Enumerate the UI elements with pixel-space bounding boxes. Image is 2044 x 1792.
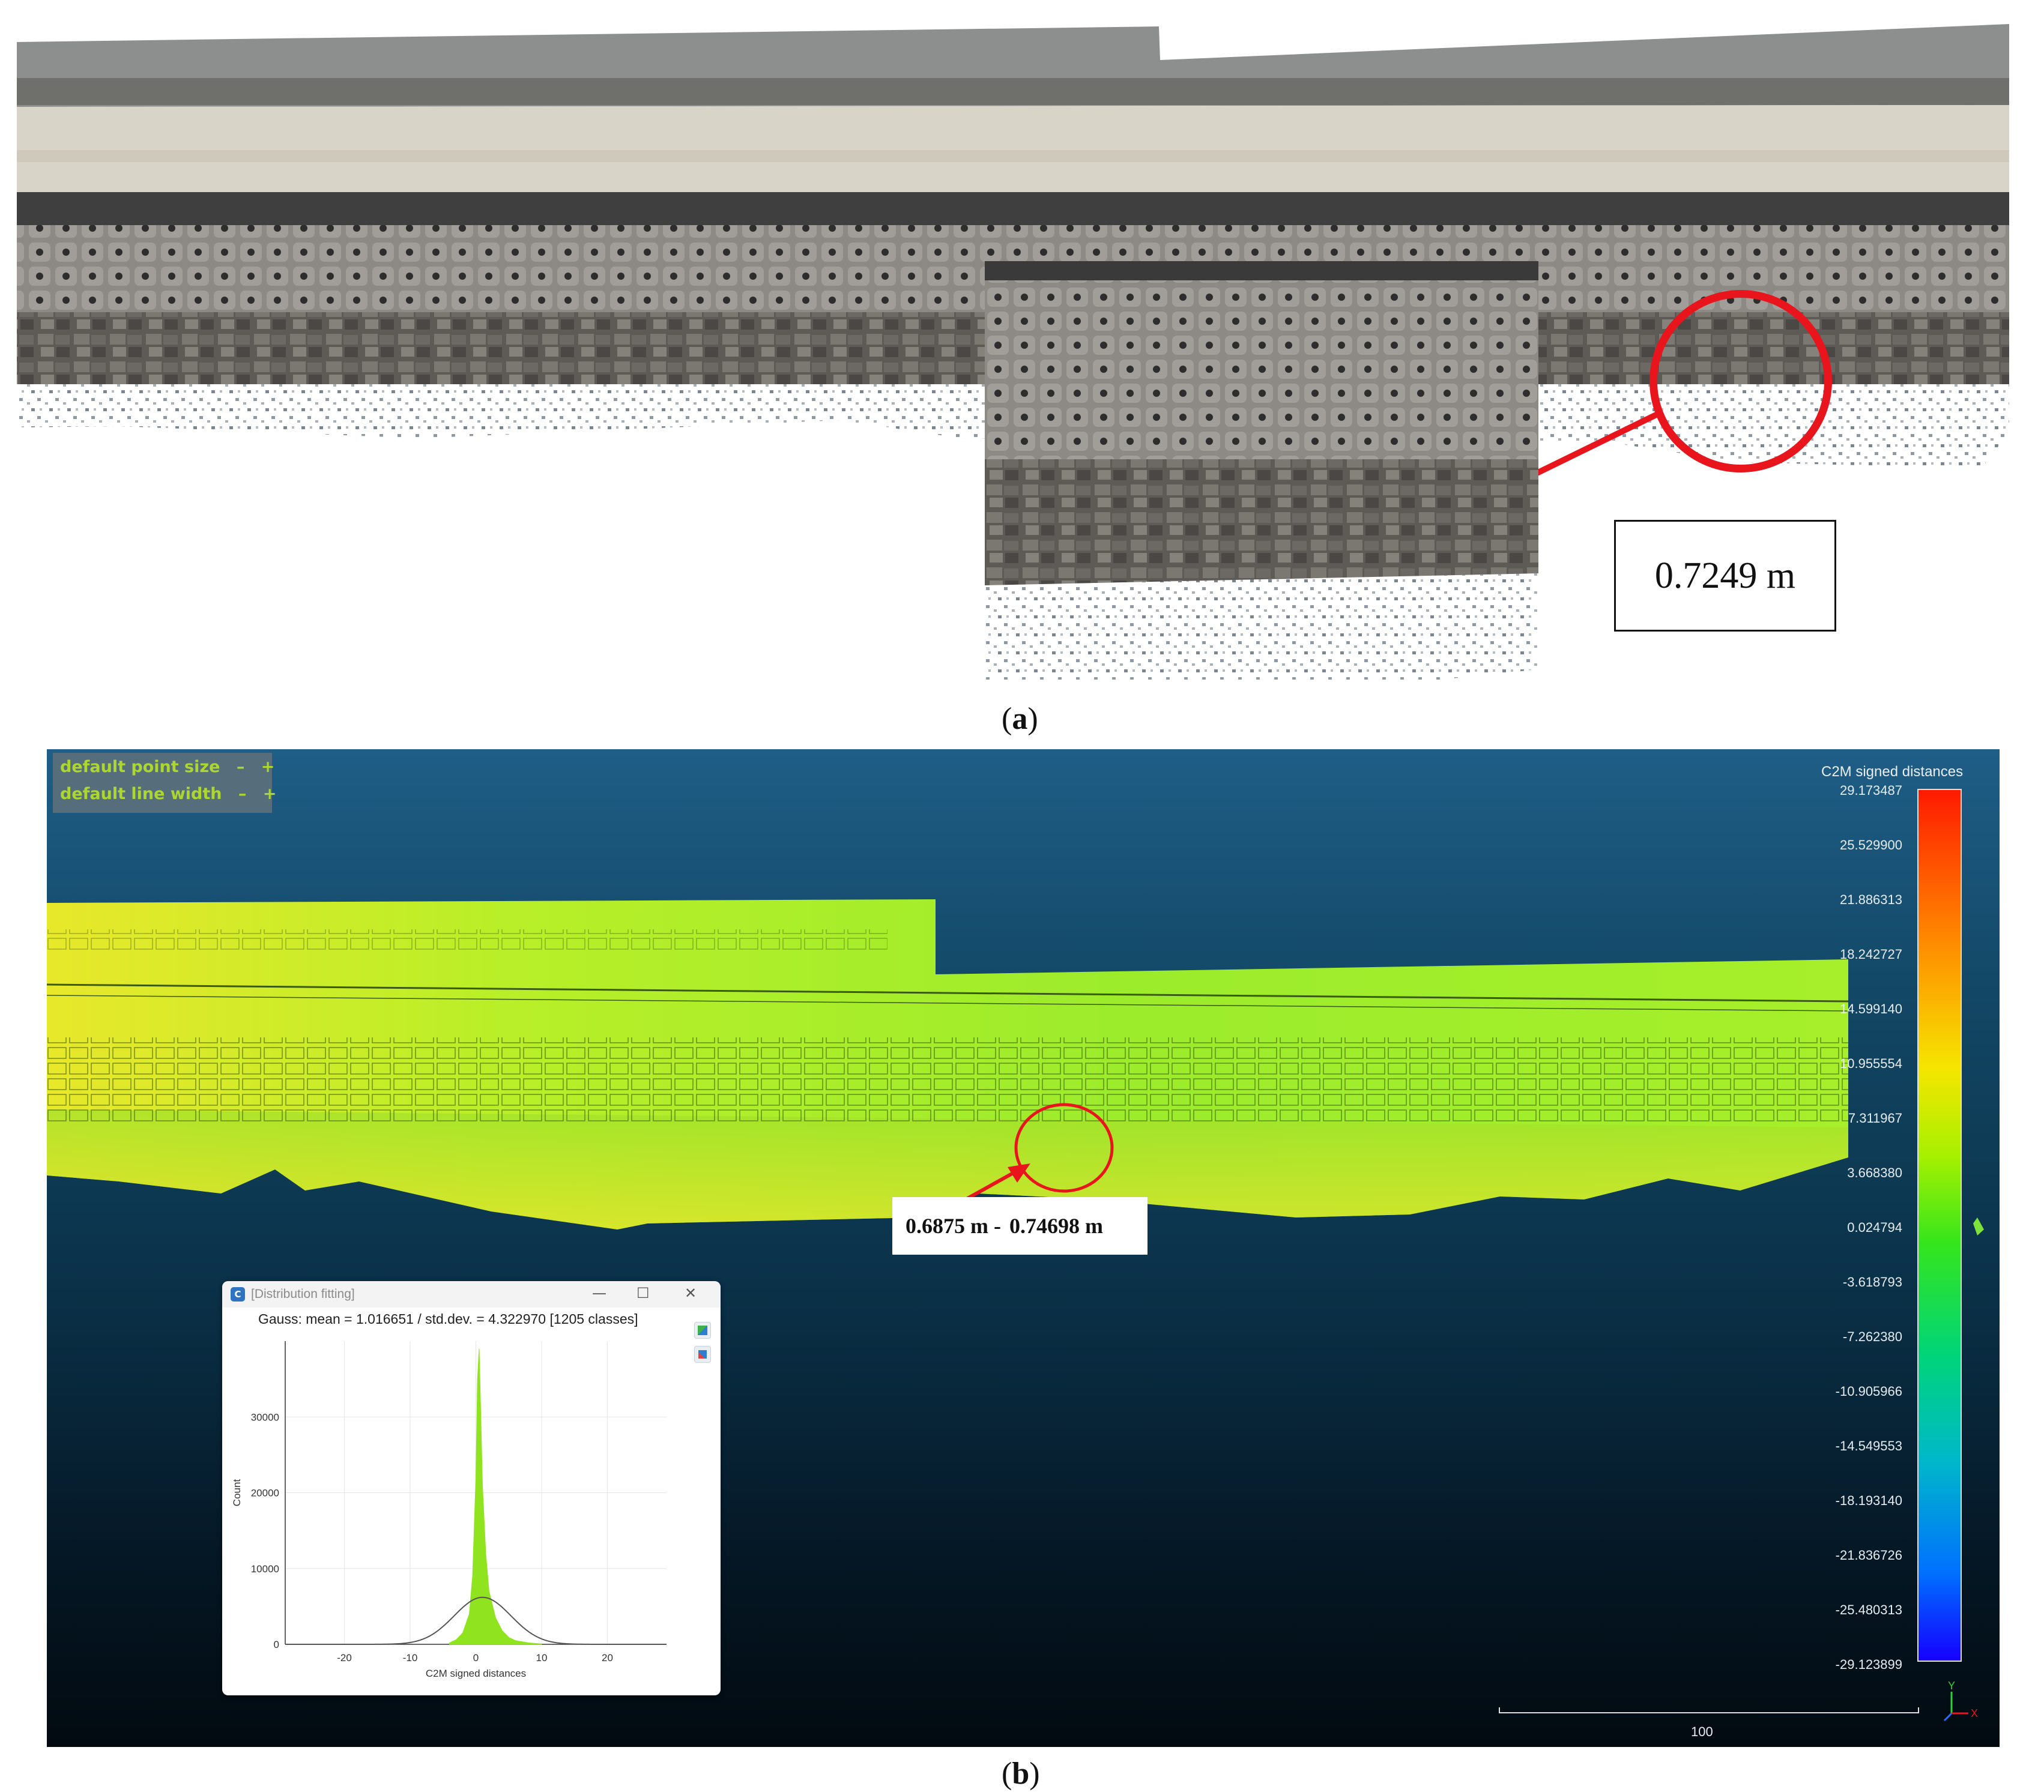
measurement-box: 0.7249 m bbox=[1614, 520, 1836, 632]
panel-a: 0.7249 m bbox=[0, 0, 2044, 720]
color-scale-tick: 18.242727 bbox=[1840, 947, 1902, 962]
color-scale-tick: -10.905966 bbox=[1835, 1384, 1902, 1399]
y-axis-label: Count bbox=[231, 1479, 243, 1507]
x-tick-label: 10 bbox=[536, 1652, 548, 1664]
panel-label-a: (a) bbox=[1002, 702, 1038, 736]
maximize-button[interactable]: ☐ bbox=[636, 1285, 650, 1302]
close-button[interactable]: ✕ bbox=[685, 1285, 697, 1302]
window-title: [Distribution fitting] bbox=[251, 1287, 355, 1301]
color-scale-tick: -18.193140 bbox=[1835, 1493, 1902, 1508]
measurement-value: 0.7249 m bbox=[1654, 555, 1796, 596]
x-tick-label: 20 bbox=[602, 1652, 613, 1664]
color-scale-tick: 29.173487 bbox=[1840, 783, 1902, 798]
minimize-button[interactable]: — bbox=[592, 1285, 606, 1302]
x-tick-label: -10 bbox=[403, 1652, 418, 1664]
color-scale-tick: -3.618793 bbox=[1842, 1275, 1902, 1290]
color-scale-tick: -25.480313 bbox=[1835, 1602, 1902, 1617]
window-titlebar[interactable]: C [Distribution fitting] — ☐ ✕ bbox=[222, 1281, 721, 1308]
color-scale-tick: -7.262380 bbox=[1842, 1329, 1902, 1344]
color-scale-tick: 7.311967 bbox=[1848, 1111, 1902, 1126]
histogram-chart: -20 -10 0 10 20 0 10000 20000 30000 C2M signed di… bbox=[231, 1341, 667, 1679]
y-tick-label: 0 bbox=[274, 1639, 279, 1650]
color-scale-tick: 14.599140 bbox=[1840, 1001, 1902, 1016]
histogram-area bbox=[449, 1348, 542, 1645]
color-scale-tick: 25.529900 bbox=[1840, 837, 1902, 852]
color-scale-tick: 0.024794 bbox=[1847, 1220, 1902, 1235]
axis-y-label: Y bbox=[1948, 1680, 1955, 1692]
color-scale-tick: 10.955554 bbox=[1840, 1056, 1902, 1071]
highlight-circle bbox=[1649, 290, 1832, 472]
color-scale-tick: -14.549553 bbox=[1835, 1438, 1902, 1453]
color-scale-tick: -29.123899 bbox=[1835, 1657, 1902, 1672]
x-axis-label: C2M signed distances bbox=[426, 1668, 526, 1679]
axis-x-label: X bbox=[1971, 1707, 1978, 1719]
x-tick-label: 0 bbox=[473, 1652, 479, 1664]
color-scale-tick: 21.886313 bbox=[1840, 892, 1902, 907]
y-tick-label: 30000 bbox=[251, 1411, 279, 1423]
zoom-inset-image bbox=[985, 261, 1538, 680]
cloudcompare-viewer[interactable]: default point size – + default line widt… bbox=[47, 749, 2000, 1747]
panel-label-b: (b) bbox=[1002, 1757, 1040, 1791]
x-tick-label: -20 bbox=[337, 1652, 352, 1664]
gauss-fit-summary: Gauss: mean = 1.016651 / std.dev. = 4.32… bbox=[258, 1311, 638, 1327]
y-tick-label: 10000 bbox=[251, 1563, 279, 1575]
distribution-fitting-window[interactable]: C [Distribution fitting] — ☐ ✕ Gauss: me… bbox=[222, 1281, 721, 1695]
cloudcompare-app-icon: C bbox=[231, 1287, 245, 1302]
y-tick-label: 20000 bbox=[251, 1488, 279, 1499]
color-scale-tick: 3.668380 bbox=[1847, 1165, 1902, 1180]
color-scale-tick: -21.836726 bbox=[1835, 1548, 1902, 1563]
